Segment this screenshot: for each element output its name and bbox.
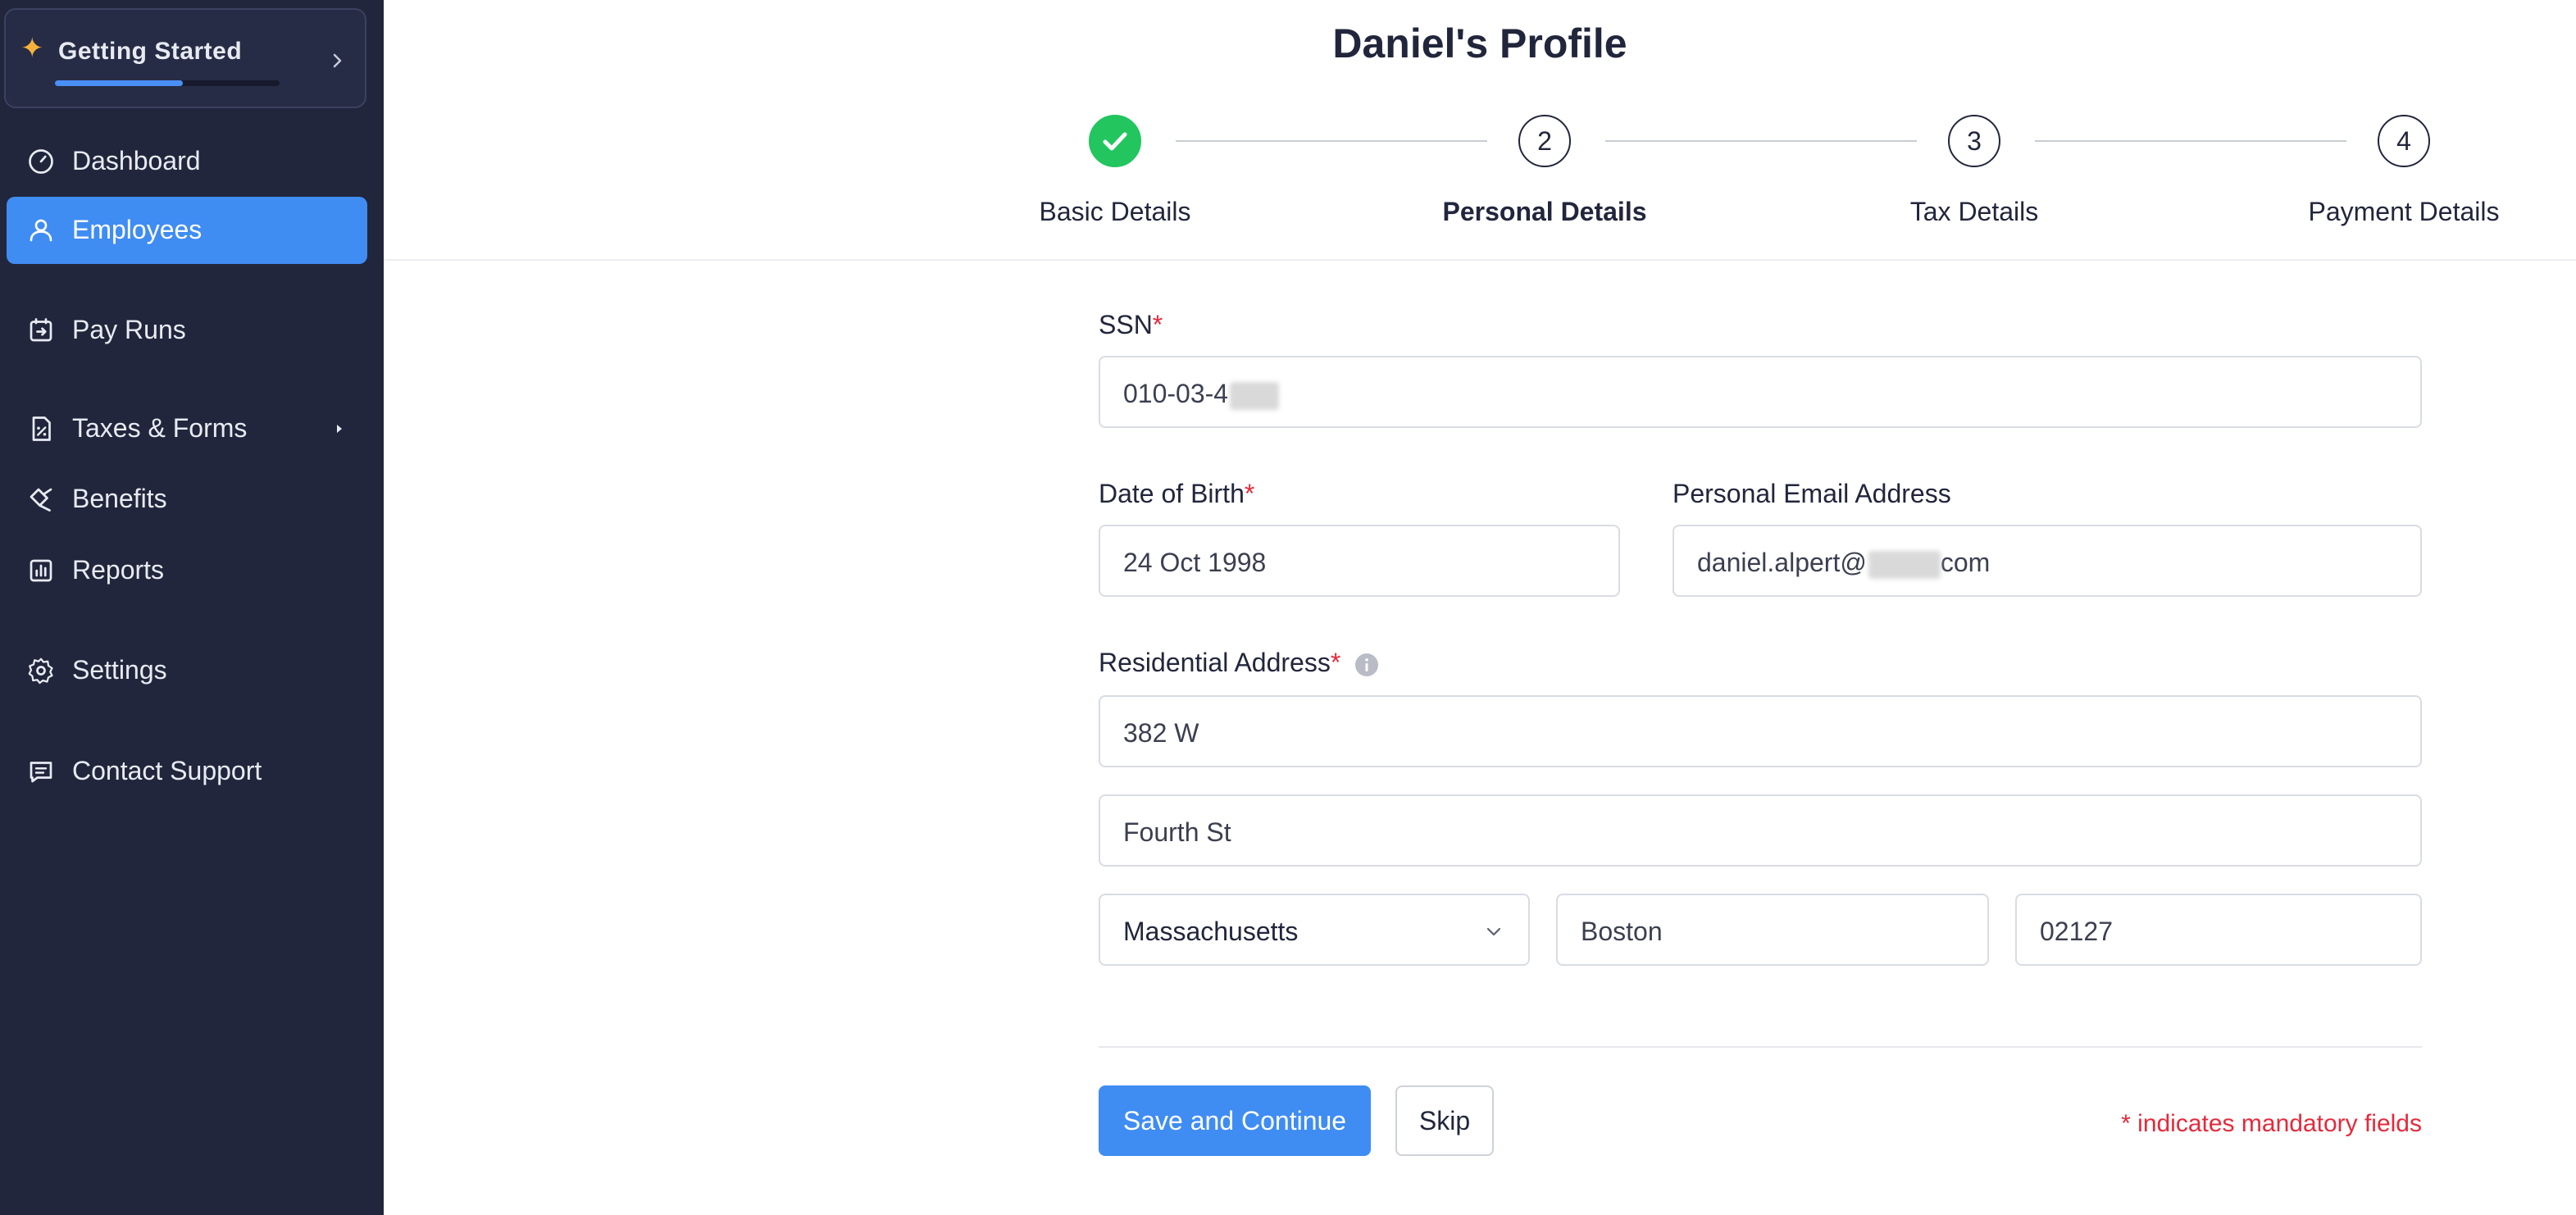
step-1-label: Basic Details xyxy=(1039,197,1191,226)
getting-started-progress xyxy=(55,80,280,86)
bar-chart-icon xyxy=(30,559,52,582)
payrun-icon xyxy=(30,318,52,342)
step-2-label: Personal Details xyxy=(1442,197,1647,226)
sidebar-item-label: Benefits xyxy=(72,484,167,513)
benefits-icon xyxy=(30,488,52,512)
sidebar-item-settings[interactable]: Settings xyxy=(7,637,367,704)
step-4-label: Payment Details xyxy=(2308,197,2500,226)
dob-value: 24 Oct 1998 xyxy=(1123,548,1267,577)
step-1-complete[interactable] xyxy=(1089,115,1141,167)
step-connector xyxy=(2035,140,2346,142)
gauge-icon xyxy=(29,149,53,174)
sidebar-item-label: Reports xyxy=(72,555,165,585)
step-4-circle[interactable]: 4 xyxy=(2378,115,2430,167)
step-2-circle[interactable]: 2 xyxy=(1518,115,1571,167)
sidebar-item-employees[interactable]: Employees xyxy=(7,197,367,264)
city-input[interactable]: Boston xyxy=(1556,894,1989,966)
caret-right-icon xyxy=(337,425,342,433)
sidebar-item-benefits[interactable]: Benefits xyxy=(7,466,367,533)
sidebar: ✦ Getting Started Dashboard Employees Pa… xyxy=(0,0,384,1215)
dob-label: Date of Birth* xyxy=(1099,479,1255,508)
sidebar-item-label: Settings xyxy=(72,655,167,685)
email-prefix: daniel.alpert@ xyxy=(1697,548,1867,577)
ssn-value: 010-03-4 xyxy=(1123,379,1229,408)
sidebar-item-label: Employees xyxy=(72,215,203,244)
email-label: Personal Email Address xyxy=(1673,479,1951,508)
sparkle-icon: ✦ xyxy=(20,33,44,64)
info-icon[interactable] xyxy=(1354,653,1379,677)
sidebar-item-taxes-forms[interactable]: Taxes & Forms xyxy=(7,395,367,462)
page-title: Daniel's Profile xyxy=(1332,20,1627,66)
ssn-input[interactable]: 010-03-4 xyxy=(1099,356,2422,428)
state-select[interactable]: Massachusetts xyxy=(1099,894,1530,966)
chevron-down-icon xyxy=(1486,927,1501,936)
redacted-ssn xyxy=(1230,381,1280,410)
gear-icon xyxy=(28,658,53,685)
address-line2-input[interactable]: Fourth St xyxy=(1099,794,2422,867)
save-and-continue-button[interactable]: Save and Continue xyxy=(1099,1085,1371,1156)
zip-value: 02127 xyxy=(2040,917,2113,946)
step-connector xyxy=(1176,140,1487,142)
sidebar-item-label: Pay Runs xyxy=(72,315,186,344)
form-divider xyxy=(1099,1046,2422,1048)
percent-document-icon xyxy=(32,416,51,441)
sidebar-item-reports[interactable]: Reports xyxy=(7,537,367,604)
redacted-email-domain xyxy=(1868,550,1941,579)
city-value: Boston xyxy=(1581,917,1663,946)
user-icon xyxy=(30,219,52,242)
sidebar-item-contact-support[interactable]: Contact Support xyxy=(7,738,367,805)
dob-input[interactable]: 24 Oct 1998 xyxy=(1099,525,1620,597)
getting-started-progress-fill xyxy=(55,80,184,86)
sidebar-item-label: Dashboard xyxy=(72,146,201,175)
sidebar-item-label: Contact Support xyxy=(72,756,262,785)
sidebar-item-dashboard[interactable]: Dashboard xyxy=(7,128,367,195)
mandatory-fields-note: * indicates mandatory fields xyxy=(2121,1110,2422,1137)
chat-icon xyxy=(30,762,52,783)
chevron-right-icon[interactable] xyxy=(327,51,347,71)
profile-header: Daniel's Profile 2 3 4 Basic Details Per… xyxy=(384,0,2576,261)
address-line2-value: Fourth St xyxy=(1123,817,1231,847)
skip-button[interactable]: Skip xyxy=(1395,1085,1494,1156)
step-connector xyxy=(1605,140,1917,142)
step-3-circle[interactable]: 3 xyxy=(1948,115,2000,167)
check-icon xyxy=(1103,132,1127,151)
address-line1-value: 382 W xyxy=(1123,718,1199,748)
sidebar-item-pay-runs[interactable]: Pay Runs xyxy=(7,297,367,364)
email-input[interactable]: daniel.alpert@ com xyxy=(1673,525,2422,597)
address-label: Residential Address* xyxy=(1099,648,1341,677)
ssn-label: SSN* xyxy=(1099,310,1163,339)
getting-started-card[interactable]: ✦ Getting Started xyxy=(4,8,366,108)
email-suffix: com xyxy=(1940,548,1991,577)
zip-input[interactable]: 02127 xyxy=(2015,894,2422,966)
getting-started-title: Getting Started xyxy=(58,38,243,65)
address-line1-input[interactable]: 382 W xyxy=(1099,695,2422,767)
state-value: Massachusetts xyxy=(1123,917,1299,946)
step-3-label: Tax Details xyxy=(1909,197,2039,226)
sidebar-item-label: Taxes & Forms xyxy=(72,413,248,443)
